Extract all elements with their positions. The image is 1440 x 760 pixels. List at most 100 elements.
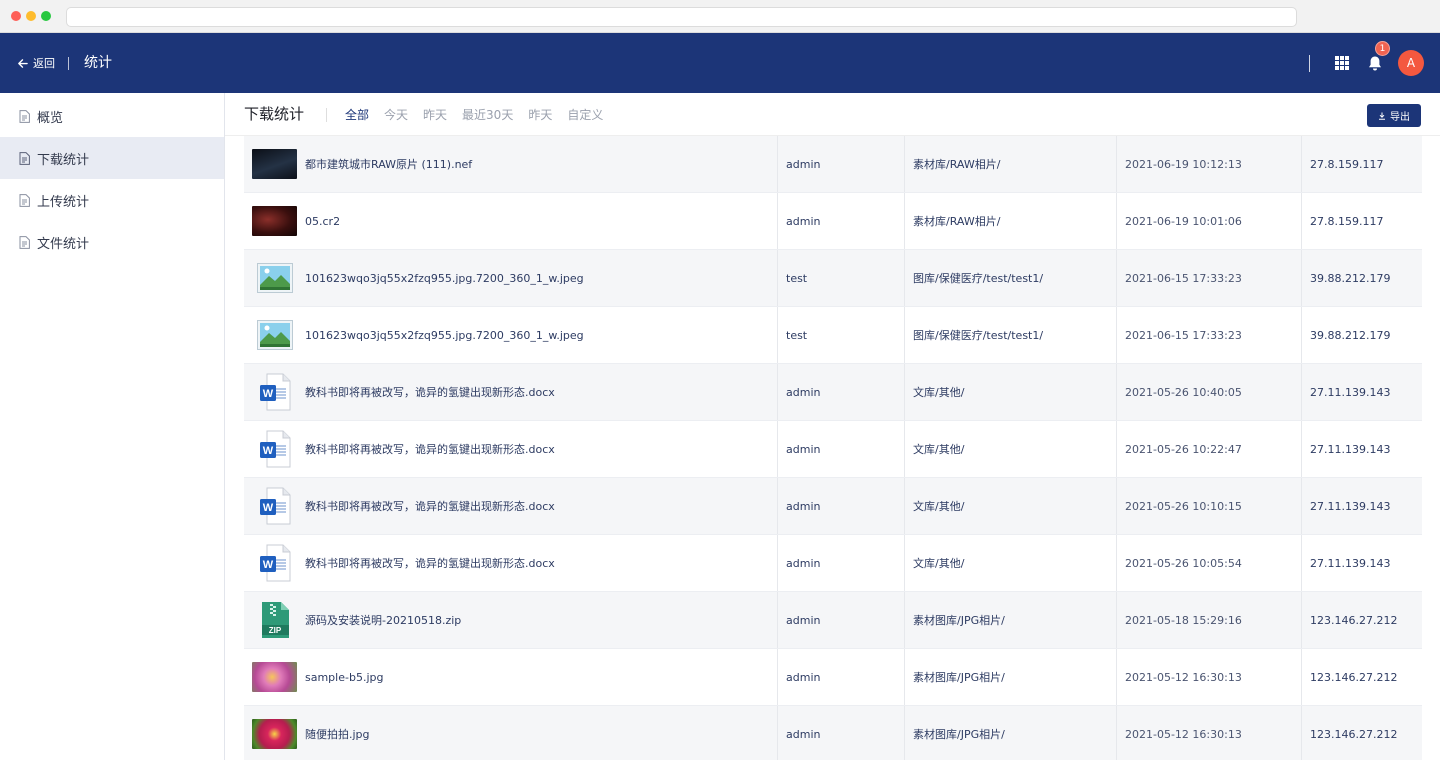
filter-yesterday[interactable]: 昨天 xyxy=(423,106,447,123)
user-cell: test xyxy=(777,307,904,363)
toolbar-divider xyxy=(326,108,327,122)
table-row[interactable]: 随便拍拍.jpg admin 素材图库/JPG相片/2021-05-12 16:30… xyxy=(244,706,1422,760)
address-bar[interactable] xyxy=(66,7,1297,27)
word-doc-icon: W xyxy=(252,487,297,525)
path-cell: 文库/其他/ xyxy=(904,421,1116,477)
file-name[interactable]: 05.cr2 xyxy=(305,215,340,228)
file-name[interactable]: 101623wqo3jq55x2fzq955.jpg.7200_360_1_w.… xyxy=(305,329,584,342)
file-name[interactable]: 教科书即将再被改写，诡异的氢键出现新形态.docx xyxy=(305,498,555,514)
table-row[interactable]: W 教科书即将再被改写，诡异的氢键出现新形态.docx admin 文库/其他/202… xyxy=(244,478,1422,535)
file-name[interactable]: 101623wqo3jq55x2fzq955.jpg.7200_360_1_w.… xyxy=(305,272,584,285)
sidebar-item-label: 概览 xyxy=(37,110,64,126)
time-cell: 2021-06-19 10:01:06 xyxy=(1116,193,1301,249)
zip-file-icon: ZIP xyxy=(252,601,297,639)
ip-cell: 123.146.27.212 xyxy=(1301,592,1422,648)
table-row[interactable]: 05.cr2 admin 素材库/RAW相片/2021-06-19 10:01:06… xyxy=(244,193,1422,250)
ip-cell: 123.146.27.212 xyxy=(1301,706,1422,760)
apps-grid-icon[interactable] xyxy=(1335,56,1349,70)
back-label: 返回 xyxy=(33,57,55,70)
file-name[interactable]: 教科书即将再被改写，诡异的氢键出现新形态.docx xyxy=(305,441,555,457)
minimize-window-button[interactable] xyxy=(26,11,36,21)
path-cell: 文库/其他/ xyxy=(904,478,1116,534)
file-name[interactable]: 源码及安装说明-20210518.zip xyxy=(305,612,461,628)
table-row[interactable]: 都市建筑城市RAW原片 (111).nef admin 素材库/RAW相片/2021… xyxy=(244,136,1422,193)
page-title: 下载统计 xyxy=(244,105,305,123)
export-label: 导出 xyxy=(1390,112,1410,123)
filter-all[interactable]: 全部 xyxy=(345,106,369,123)
user-cell: test xyxy=(777,250,904,306)
file-name-cell: sample-b5.jpg xyxy=(244,649,777,705)
user-cell: admin xyxy=(777,649,904,705)
bell-icon[interactable] xyxy=(1367,55,1383,72)
toolbar: 下载统计 全部 今天 昨天 最近30天 昨天 自定义 导出 xyxy=(225,93,1440,136)
image-pink-flower-thumbnail xyxy=(252,662,297,692)
user-cell: admin xyxy=(777,535,904,591)
file-name[interactable]: 随便拍拍.jpg xyxy=(305,726,370,742)
path-cell: 素材图库/JPG相片/ xyxy=(904,649,1116,705)
sidebar-item-file-stats[interactable]: 文件统计 xyxy=(0,221,224,263)
user-cell: admin xyxy=(777,364,904,420)
maximize-window-button[interactable] xyxy=(41,11,51,21)
file-name-cell: ZIP 源码及安装说明-20210518.zip xyxy=(244,592,777,648)
image-magenta-flower-thumbnail xyxy=(252,719,297,749)
ip-cell: 27.8.159.117 xyxy=(1301,136,1422,192)
filter-custom[interactable]: 自定义 xyxy=(567,106,603,123)
file-name-cell: 随便拍拍.jpg xyxy=(244,706,777,760)
image-portrait-thumbnail xyxy=(252,206,297,236)
arrow-left-icon xyxy=(18,58,28,68)
file-name-cell: 101623wqo3jq55x2fzq955.jpg.7200_360_1_w.… xyxy=(244,250,777,306)
user-avatar[interactable]: A xyxy=(1398,50,1424,76)
ip-cell: 27.11.139.143 xyxy=(1301,535,1422,591)
filter-yesterday-2[interactable]: 昨天 xyxy=(528,106,552,123)
main-content: 下载统计 全部 今天 昨天 最近30天 昨天 自定义 导出 都市建筑城市RAW原… xyxy=(225,93,1440,760)
back-button[interactable]: 返回 xyxy=(17,33,55,93)
user-cell: admin xyxy=(777,421,904,477)
table-row[interactable]: W 教科书即将再被改写，诡异的氢键出现新形态.docx admin 文库/其他/202… xyxy=(244,421,1422,478)
close-window-button[interactable] xyxy=(11,11,21,21)
table-row[interactable]: W 教科书即将再被改写，诡异的氢键出现新形态.docx admin 文库/其他/202… xyxy=(244,535,1422,592)
time-cell: 2021-05-26 10:10:15 xyxy=(1116,478,1301,534)
table-row[interactable]: 101623wqo3jq55x2fzq955.jpg.7200_360_1_w.… xyxy=(244,307,1422,364)
document-icon xyxy=(19,193,30,207)
header-divider xyxy=(68,57,69,70)
download-icon xyxy=(1379,112,1385,120)
image-night-city-thumbnail xyxy=(252,149,297,179)
table-row[interactable]: ZIP 源码及安装说明-20210518.zip admin 素材图库/JPG相片/2… xyxy=(244,592,1422,649)
ip-cell: 39.88.212.179 xyxy=(1301,250,1422,306)
file-name[interactable]: 都市建筑城市RAW原片 (111).nef xyxy=(305,156,472,172)
file-name[interactable]: 教科书即将再被改写，诡异的氢键出现新形态.docx xyxy=(305,555,555,571)
file-name[interactable]: sample-b5.jpg xyxy=(305,671,383,684)
table-row[interactable]: 101623wqo3jq55x2fzq955.jpg.7200_360_1_w.… xyxy=(244,250,1422,307)
export-button[interactable]: 导出 xyxy=(1367,104,1421,127)
file-name[interactable]: 教科书即将再被改写，诡异的氢键出现新形态.docx xyxy=(305,384,555,400)
app-title: 统计 xyxy=(84,55,112,71)
svg-text:W: W xyxy=(262,559,273,571)
filter-today[interactable]: 今天 xyxy=(384,106,408,123)
time-cell: 2021-06-15 17:33:23 xyxy=(1116,307,1301,363)
filter-last-30-days[interactable]: 最近30天 xyxy=(462,106,513,123)
image-generic-icon xyxy=(252,259,297,297)
document-icon xyxy=(19,109,30,123)
file-name-cell: 05.cr2 xyxy=(244,193,777,249)
sidebar-item-upload-stats[interactable]: 上传统计 xyxy=(0,179,224,221)
table-row[interactable]: sample-b5.jpg admin 素材图库/JPG相片/2021-05-12 … xyxy=(244,649,1422,706)
user-cell: admin xyxy=(777,478,904,534)
app-header: 返回 统计 1 A xyxy=(0,33,1440,93)
user-cell: admin xyxy=(777,706,904,760)
path-cell: 文库/其他/ xyxy=(904,364,1116,420)
user-cell: admin xyxy=(777,193,904,249)
ip-cell: 27.11.139.143 xyxy=(1301,478,1422,534)
time-cell: 2021-05-12 16:30:13 xyxy=(1116,706,1301,760)
time-cell: 2021-05-18 15:29:16 xyxy=(1116,592,1301,648)
time-cell: 2021-06-19 10:12:13 xyxy=(1116,136,1301,192)
document-icon xyxy=(19,235,30,249)
window-controls xyxy=(11,11,51,21)
user-cell: admin xyxy=(777,592,904,648)
sidebar-item-overview[interactable]: 概览 xyxy=(0,95,224,137)
file-name-cell: W 教科书即将再被改写，诡异的氢键出现新形态.docx xyxy=(244,535,777,591)
time-cell: 2021-05-26 10:05:54 xyxy=(1116,535,1301,591)
file-name-cell: W 教科书即将再被改写，诡异的氢键出现新形态.docx xyxy=(244,421,777,477)
sidebar-item-download-stats[interactable]: 下载统计 xyxy=(0,137,224,179)
sidebar-item-label: 下载统计 xyxy=(37,152,90,168)
table-row[interactable]: W 教科书即将再被改写，诡异的氢键出现新形态.docx admin 文库/其他/202… xyxy=(244,364,1422,421)
